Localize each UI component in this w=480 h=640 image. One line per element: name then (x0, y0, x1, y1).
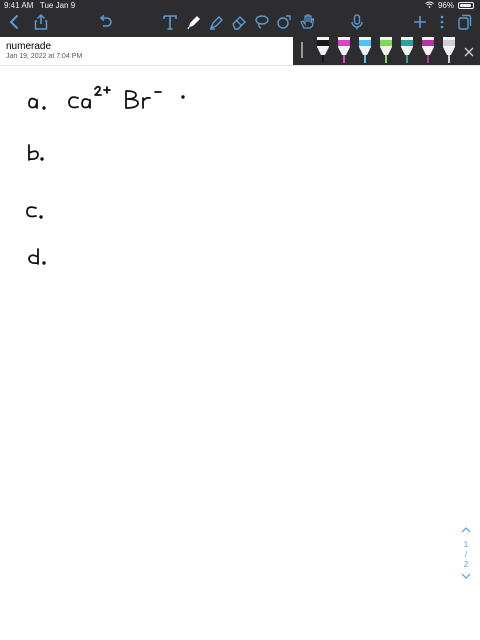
microphone-icon[interactable] (347, 12, 367, 32)
battery-icon (458, 2, 474, 9)
text-tool-icon[interactable] (160, 12, 180, 32)
pen-tray (293, 37, 480, 65)
eraser-icon[interactable] (229, 12, 249, 32)
lasso-icon[interactable] (252, 12, 272, 32)
chevron-left-icon[interactable] (5, 12, 25, 32)
label-c-ink (26, 206, 43, 219)
pen-swatch[interactable] (401, 37, 413, 63)
status-time-text: 9:41 AM (4, 1, 34, 10)
plus-icon[interactable] (410, 12, 430, 32)
label-d-ink (28, 248, 46, 265)
label-a-ink (28, 97, 46, 110)
pen-swatch[interactable] (422, 37, 434, 63)
pen-swatch[interactable] (443, 37, 455, 63)
document-title[interactable]: numerade (6, 41, 51, 52)
page-up-icon[interactable] (456, 525, 476, 538)
pen-icon[interactable] (184, 12, 204, 32)
share-icon[interactable] (31, 12, 51, 32)
page-navigator: 1 / 2 (456, 525, 476, 584)
handwriting-canvas[interactable] (0, 65, 480, 305)
wifi-icon (425, 1, 434, 10)
highlighter-icon[interactable] (206, 12, 226, 32)
hand-icon[interactable] (297, 12, 317, 32)
undo-icon[interactable] (95, 12, 115, 32)
battery-percent: 96% (437, 1, 454, 10)
more-icon[interactable] (432, 12, 452, 32)
pen-swatch[interactable] (338, 37, 350, 63)
pen-swatches[interactable] (293, 37, 480, 65)
page-separator: / (464, 550, 468, 559)
label-b-ink (28, 144, 44, 161)
shapes-icon[interactable] (274, 12, 294, 32)
pen-swatch[interactable] (380, 37, 392, 63)
total-pages: 2 (463, 560, 469, 569)
top-toolbar: 9:41 AM Tue Jan 9 96% (0, 0, 480, 37)
pen-swatch[interactable] (317, 37, 329, 63)
status-date-text: Tue Jan 9 (39, 1, 76, 10)
document-date: Jan 19, 2022 at 7:04 PM (6, 53, 83, 60)
status-right: 96% (425, 1, 474, 10)
pages-icon[interactable] (454, 12, 474, 32)
page-down-icon[interactable] (456, 571, 476, 584)
close-icon[interactable] (459, 42, 479, 62)
answer-a-ink (68, 85, 185, 109)
status-time: 9:41 AM Tue Jan 9 (4, 1, 75, 10)
pen-swatch[interactable] (359, 37, 371, 63)
